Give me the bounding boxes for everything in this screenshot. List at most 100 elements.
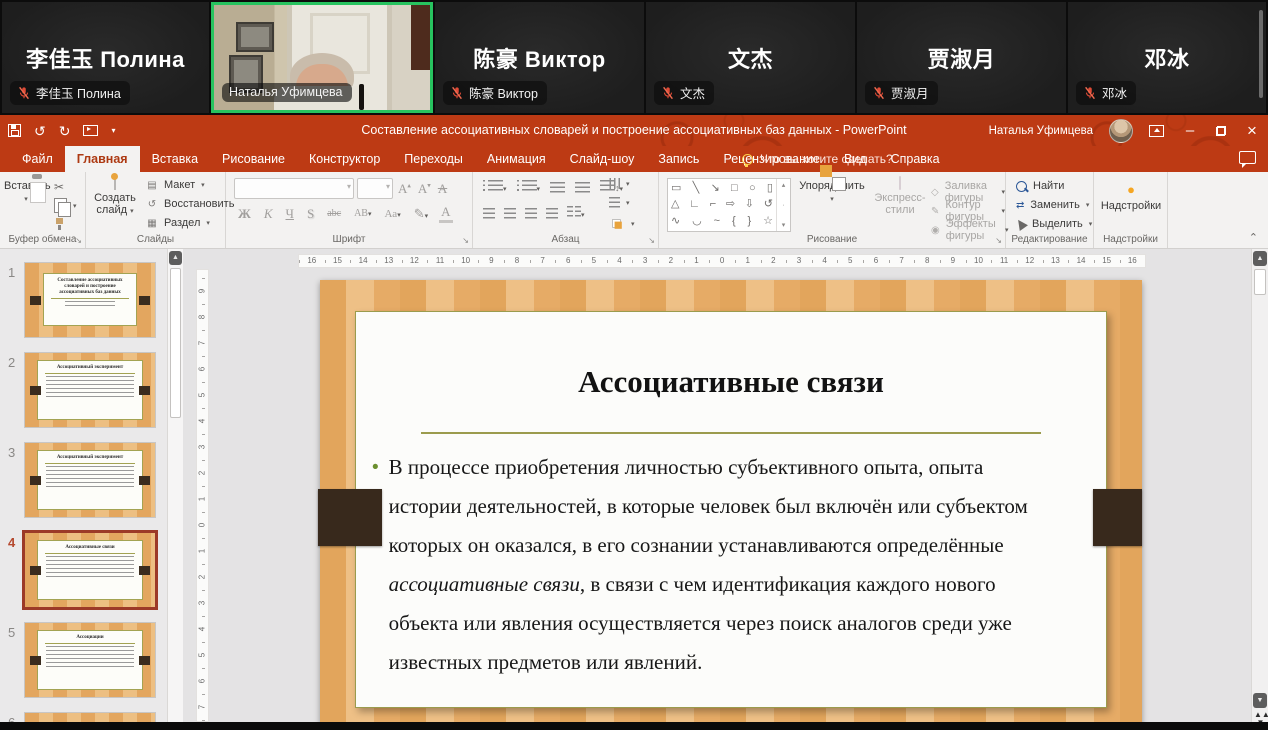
font-size-combo[interactable]: [357, 178, 393, 199]
shape-icon[interactable]: ↺: [764, 197, 773, 212]
shape-icon[interactable]: }: [748, 214, 752, 229]
justify-icon[interactable]: [546, 208, 558, 219]
participant-tile[interactable]: 文杰 文杰: [646, 2, 855, 113]
clear-formatting-button[interactable]: А: [436, 181, 449, 197]
slide-thumbnail-2[interactable]: Ассоциативный эксперимент: [25, 353, 155, 427]
align-right-icon[interactable]: [525, 208, 537, 219]
slide-body[interactable]: • В процессе приобретения личностью субъ…: [372, 448, 1048, 682]
columns-button[interactable]: ▾: [567, 206, 585, 220]
font-name-combo[interactable]: [234, 178, 354, 199]
shape-icon[interactable]: ⇩: [745, 197, 754, 212]
shapes-gallery[interactable]: ▭╲↘□○▯ △∟⌐⇨⇩↺ ∿◡~{}☆ ▴ · ▾: [667, 178, 791, 232]
ribbon-tab[interactable]: Анимация: [475, 146, 558, 172]
dialog-launcher-icon[interactable]: ↘: [462, 236, 469, 245]
shape-icon[interactable]: {: [732, 214, 736, 229]
shape-icon[interactable]: ☆: [763, 214, 773, 229]
bullets-button[interactable]: ▾: [483, 180, 507, 194]
slide-thumbnail-1[interactable]: Составление ассоциативных словарей и пос…: [25, 263, 155, 337]
user-avatar[interactable]: [1109, 119, 1133, 143]
shape-icon[interactable]: □: [731, 181, 738, 196]
text-shadow-button[interactable]: S: [305, 206, 316, 222]
vertical-ruler[interactable]: 987654321012345678: [196, 269, 209, 722]
slide-thumbnail-4-selected[interactable]: Ассоциативные связи: [25, 533, 155, 607]
scrollbar-thumb[interactable]: [1254, 269, 1266, 295]
shape-icon[interactable]: ○: [749, 181, 756, 196]
ribbon-tab[interactable]: Файл: [10, 146, 65, 172]
horizontal-ruler[interactable]: 1615141312111098765432101234567891011121…: [298, 254, 1146, 268]
shape-icon[interactable]: △: [671, 197, 679, 212]
shape-icon[interactable]: ╲: [693, 181, 700, 196]
tell-me-box[interactable]: Что вы хотите сделать?: [742, 146, 893, 172]
arrange-button[interactable]: Упорядочить▾: [795, 177, 869, 206]
change-case-button[interactable]: Аа▾: [383, 208, 403, 220]
minimize-button[interactable]: –: [1180, 123, 1200, 138]
shape-icon[interactable]: ∟: [689, 197, 700, 212]
shape-icon[interactable]: ~: [714, 214, 720, 229]
smartart-button[interactable]: ▾: [609, 216, 635, 232]
increase-indent-icon[interactable]: [575, 182, 590, 193]
shape-icon[interactable]: ⇨: [726, 197, 735, 212]
ribbon-display-options-icon[interactable]: [1149, 125, 1164, 137]
close-button[interactable]: ×: [1242, 122, 1262, 139]
section-button[interactable]: ▦Раздел▾: [146, 217, 210, 229]
shrink-font-button[interactable]: А▾: [416, 181, 433, 197]
slide-canvas[interactable]: Ассоциативные связи • В процессе приобре…: [320, 280, 1142, 722]
slide-thumbnail-6[interactable]: [25, 713, 155, 722]
find-button[interactable]: Найти: [1016, 180, 1064, 192]
shape-icon[interactable]: ∿: [671, 214, 680, 229]
slide-thumbnail-3[interactable]: Ассоциативный эксперимент: [25, 443, 155, 517]
participant-tile[interactable]: 陈豪 Виктор 陈豪 Виктор: [435, 2, 644, 113]
signed-in-user[interactable]: Наталья Уфимцева: [989, 125, 1093, 137]
bold-button[interactable]: Ж: [236, 206, 253, 222]
dialog-launcher-icon[interactable]: ↘: [648, 236, 655, 245]
underline-button[interactable]: Ч: [284, 206, 296, 222]
copy-button[interactable]: ▾: [54, 198, 77, 213]
restore-button[interactable]: [1216, 126, 1226, 136]
slide-thumbnail-5[interactable]: Ассоциации: [25, 623, 155, 697]
numbering-button[interactable]: ▾: [517, 180, 541, 194]
text-direction-button[interactable]: ▾: [609, 178, 630, 189]
highlight-color-button[interactable]: ✎▾: [412, 206, 430, 222]
font-color-button[interactable]: А: [439, 204, 452, 223]
participant-tile[interactable]: 邓冰 邓冰: [1068, 2, 1266, 113]
ribbon-tab[interactable]: Главная: [65, 146, 140, 172]
ribbon-tab[interactable]: Вставка: [140, 146, 210, 172]
italic-button[interactable]: К: [262, 206, 275, 222]
dialog-launcher-icon[interactable]: ↘: [75, 236, 82, 245]
format-painter-button[interactable]: [54, 218, 66, 230]
cut-button[interactable]: ✂: [54, 180, 64, 194]
shape-icon[interactable]: ▭: [671, 181, 681, 196]
thumbnail-scrollbar[interactable]: ▲: [167, 249, 183, 722]
quick-styles-button[interactable]: Экспресс-стили: [871, 177, 929, 216]
strip-scrollbar[interactable]: [1259, 10, 1263, 98]
participant-tile[interactable]: 李佳玉 Полина 李佳玉 Полина: [2, 2, 209, 113]
ribbon-tab[interactable]: Конструктор: [297, 146, 392, 172]
scroll-down-button[interactable]: ▼: [1253, 693, 1267, 708]
ribbon-tab[interactable]: Слайд-шоу: [558, 146, 647, 172]
ribbon-tab[interactable]: Запись: [646, 146, 711, 172]
slide-title[interactable]: Ассоциативные связи: [356, 364, 1106, 400]
shape-icon[interactable]: ◡: [692, 214, 702, 229]
ribbon-tab[interactable]: Рисование: [210, 146, 297, 172]
comments-icon[interactable]: [1239, 151, 1256, 164]
strikethrough-button[interactable]: abc: [325, 208, 343, 219]
scroll-up-button[interactable]: ▲: [1253, 251, 1267, 266]
grow-font-button[interactable]: А▴: [396, 181, 413, 197]
align-center-icon[interactable]: [504, 208, 516, 219]
layout-button[interactable]: ▤Макет▾: [146, 179, 205, 191]
scrollbar-thumb[interactable]: [170, 268, 181, 418]
collapse-ribbon-icon[interactable]: ⌃: [1249, 231, 1258, 244]
ribbon-tab[interactable]: Переходы: [392, 146, 475, 172]
scroll-up-button[interactable]: ▲: [169, 251, 182, 265]
participant-tile-video[interactable]: Наталья Уфимцева: [211, 2, 433, 113]
slide-content-card[interactable]: Ассоциативные связи • В процессе приобре…: [355, 311, 1107, 708]
align-left-icon[interactable]: [483, 208, 495, 219]
character-spacing-button[interactable]: АВ▾: [352, 208, 373, 219]
replace-button[interactable]: ⇄Заменить▾: [1016, 199, 1089, 211]
align-text-button[interactable]: ▾: [609, 197, 630, 208]
shape-icon[interactable]: ⌐: [710, 197, 716, 212]
select-button[interactable]: Выделить▾: [1016, 218, 1092, 230]
shape-icon[interactable]: ▯: [767, 181, 773, 196]
participant-tile[interactable]: 贾淑月 贾淑月: [857, 2, 1066, 113]
reset-button[interactable]: ↺Восстановить: [146, 198, 234, 210]
